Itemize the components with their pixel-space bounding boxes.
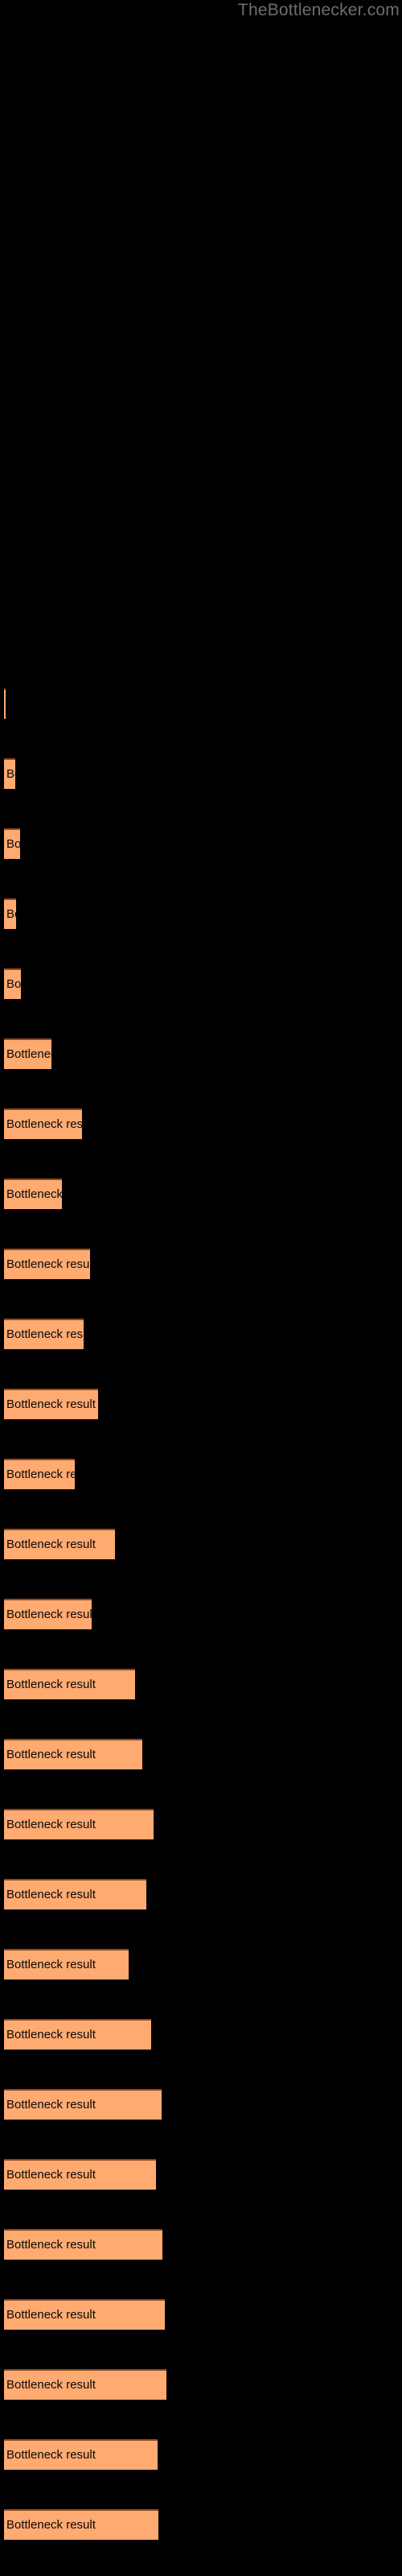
bar-clip: Bottleneck result bbox=[4, 1038, 51, 1069]
bar-clip: Bottleneck result bbox=[4, 1108, 82, 1139]
bar-row: Bottleneck result bbox=[4, 2509, 158, 2540]
bar-clip: Bottleneck result bbox=[4, 758, 15, 789]
bar-row: Bottleneck result bbox=[4, 1599, 92, 1629]
bar bbox=[4, 828, 20, 859]
bar-row: Bottleneck result bbox=[4, 2089, 162, 2120]
bar-clip: Bottleneck result bbox=[4, 688, 6, 719]
bar bbox=[4, 2019, 151, 2050]
bottleneck-bar-chart: Bottleneck result Bottleneck result Bottle… bbox=[0, 0, 402, 2576]
bar bbox=[4, 1179, 62, 1209]
bar-clip: Bottleneck result bbox=[4, 898, 16, 929]
bar bbox=[4, 1389, 98, 1419]
bar-row: Bottleneck result bbox=[4, 828, 20, 859]
bar-clip: Bottleneck result bbox=[4, 1389, 98, 1419]
bar bbox=[4, 1809, 154, 1839]
bar-clip: Bottleneck result bbox=[4, 1529, 115, 1559]
bar-clip: Bottleneck result bbox=[4, 2369, 166, 2400]
bar-clip: Bottleneck result bbox=[4, 2299, 165, 2330]
bar bbox=[4, 1038, 51, 1069]
bar-clip: Bottleneck result bbox=[4, 2509, 158, 2540]
bar-row: Bottleneck result bbox=[4, 898, 16, 929]
bar-clip: Bottleneck result bbox=[4, 1949, 129, 1979]
bar bbox=[4, 688, 6, 719]
bar-row: Bottleneck result bbox=[4, 1319, 84, 1349]
bar-clip: Bottleneck result bbox=[4, 828, 20, 859]
bar-clip: Bottleneck result bbox=[4, 1669, 135, 1699]
bar bbox=[4, 1108, 82, 1139]
bar bbox=[4, 2509, 158, 2540]
page-root: TheBottlenecker.com Bottleneck resultBot… bbox=[0, 0, 402, 2576]
bar-row: Bottleneck result bbox=[4, 758, 15, 789]
bar-row: Bottleneck result bbox=[4, 1179, 62, 1209]
bar bbox=[4, 2159, 156, 2190]
bar-row: Bottleneck result bbox=[4, 1108, 82, 1139]
bar-row: Bottleneck result bbox=[4, 1038, 51, 1069]
bar bbox=[4, 2299, 165, 2330]
bar-clip: Bottleneck result bbox=[4, 1319, 84, 1349]
bar-row: Bottleneck result bbox=[4, 688, 6, 719]
bar bbox=[4, 2089, 162, 2120]
bar-clip: Bottleneck result bbox=[4, 1809, 154, 1839]
bar bbox=[4, 1739, 142, 1769]
bar bbox=[4, 1599, 92, 1629]
bar-clip: Bottleneck result bbox=[4, 1459, 75, 1489]
bar-row: Bottleneck result bbox=[4, 1879, 146, 1909]
bar-row: Bottleneck result bbox=[4, 2369, 166, 2400]
bar-row: Bottleneck result bbox=[4, 1459, 75, 1489]
bar bbox=[4, 2229, 162, 2260]
bar-clip: Bottleneck result bbox=[4, 1249, 90, 1279]
bar bbox=[4, 1249, 90, 1279]
bar bbox=[4, 2439, 158, 2470]
bar-clip: Bottleneck result bbox=[4, 2019, 151, 2050]
bar bbox=[4, 1459, 75, 1489]
bar-clip: Bottleneck result bbox=[4, 2439, 158, 2470]
bar bbox=[4, 1669, 135, 1699]
bar-row: Bottleneck result bbox=[4, 1809, 154, 1839]
bar bbox=[4, 2369, 166, 2400]
bar bbox=[4, 968, 21, 999]
bar-clip: Bottleneck result bbox=[4, 2229, 162, 2260]
bar bbox=[4, 758, 15, 789]
bar bbox=[4, 1949, 129, 1979]
bar-row: Bottleneck result bbox=[4, 2019, 151, 2050]
bar-row: Bottleneck result bbox=[4, 2439, 158, 2470]
bar-row: Bottleneck result bbox=[4, 1949, 129, 1979]
bar-clip: Bottleneck result bbox=[4, 2159, 156, 2190]
bar-row: Bottleneck result bbox=[4, 2229, 162, 2260]
bar-row: Bottleneck result bbox=[4, 2159, 156, 2190]
bar-row: Bottleneck result bbox=[4, 968, 21, 999]
bar-row: Bottleneck result bbox=[4, 1739, 142, 1769]
bar-clip: Bottleneck result bbox=[4, 1739, 142, 1769]
bar-row: Bottleneck result bbox=[4, 2299, 165, 2330]
bar bbox=[4, 1879, 146, 1909]
bar bbox=[4, 1319, 84, 1349]
bar-row: Bottleneck result bbox=[4, 1669, 135, 1699]
bar bbox=[4, 1529, 115, 1559]
bar bbox=[4, 898, 16, 929]
bar-clip: Bottleneck result bbox=[4, 2089, 162, 2120]
bar-row: Bottleneck result bbox=[4, 1249, 90, 1279]
bar-clip: Bottleneck result bbox=[4, 968, 21, 999]
bar-row: Bottleneck result bbox=[4, 1529, 115, 1559]
bar-clip: Bottleneck result bbox=[4, 1599, 92, 1629]
bar-clip: Bottleneck result bbox=[4, 1179, 62, 1209]
bar-row: Bottleneck result bbox=[4, 1389, 98, 1419]
bar-clip: Bottleneck result bbox=[4, 1879, 146, 1909]
